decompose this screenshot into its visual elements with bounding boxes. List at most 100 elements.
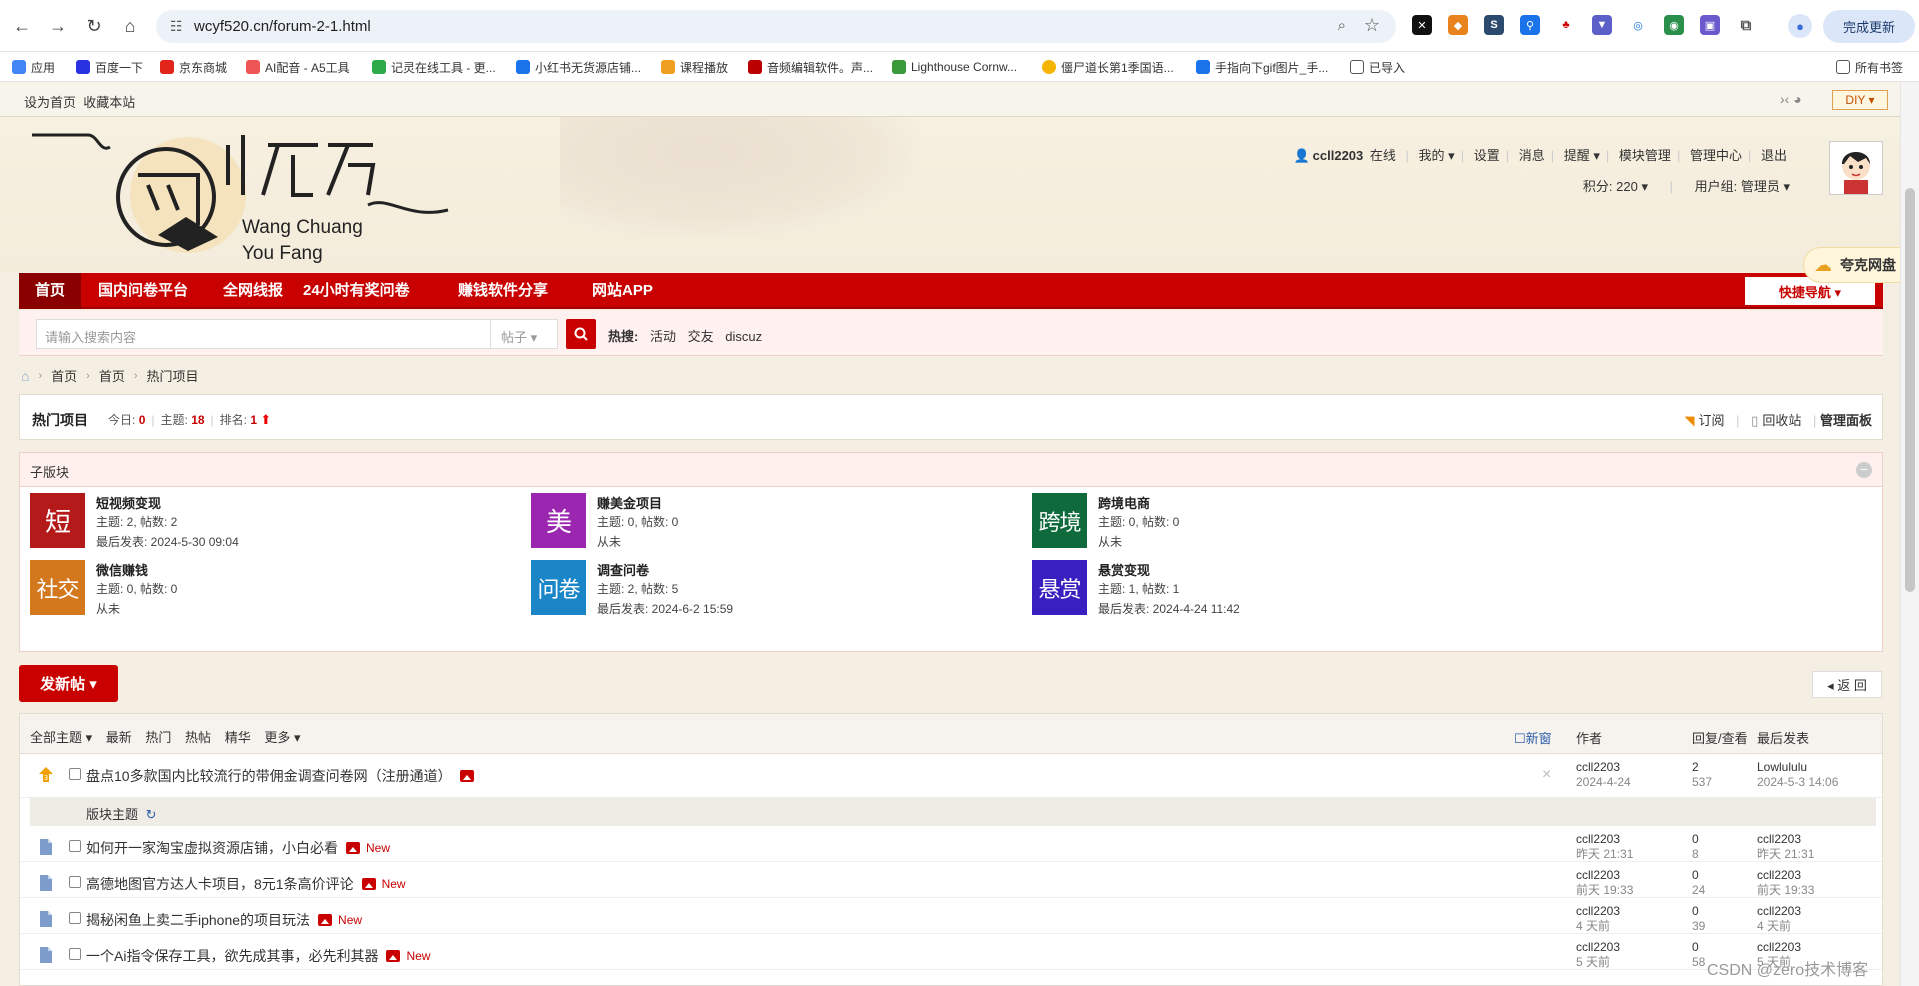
style-switch-icon[interactable]: ›‹ ◕ [1780, 91, 1802, 107]
breadcrumb-item[interactable]: 首页 [99, 366, 125, 385]
last-post-date[interactable]: 2024-5-3 14:06 [1757, 775, 1838, 790]
back-icon[interactable]: ← [8, 12, 36, 40]
filter-latest[interactable]: 最新 [106, 730, 132, 745]
my-menu[interactable]: 我的 ▾ [1419, 148, 1455, 163]
points-menu[interactable]: 积分: 220 ▾ [1583, 179, 1648, 194]
bookmark-ai-voice[interactable]: AI配音 - A5工具 [246, 58, 350, 76]
subforum-item[interactable]: 美赚美金项目 主题: 0, 帖数: 0 从未 [531, 493, 1091, 553]
subforum-last-post[interactable]: 从未 [597, 533, 621, 550]
subforum-name[interactable]: 调查问卷 [597, 560, 649, 579]
last-post-date[interactable]: 4 天前 [1757, 919, 1801, 934]
nav-survey-platforms[interactable]: 国内问卷平台 [82, 273, 204, 309]
thread-author[interactable]: ccll2203 [1576, 760, 1631, 775]
avatar[interactable] [1829, 141, 1883, 195]
thread-checkbox[interactable] [69, 876, 81, 888]
subforum-badge-icon[interactable]: 跨境 [1032, 493, 1087, 548]
thread-checkbox[interactable] [69, 840, 81, 852]
profile-icon[interactable]: ● [1788, 14, 1812, 38]
extension-metamask-icon[interactable]: ◆ [1448, 15, 1468, 35]
subforum-item[interactable]: 社交 微信赚钱 主题: 0, 帖数: 0 从未 [30, 560, 590, 620]
recycle-link[interactable]: 回收站 [1762, 413, 1801, 428]
last-post-date[interactable]: 前天 19:33 [1757, 883, 1814, 898]
diy-button[interactable]: DIY ▾ [1832, 90, 1888, 110]
collapse-icon[interactable]: − [1856, 462, 1872, 478]
thread-title[interactable]: 盘点10多款国内比较流行的带佣金调查问卷网（注册通道） [86, 766, 452, 786]
bookmark-audio[interactable]: 音频编辑软件。声... [748, 58, 873, 76]
last-poster[interactable]: ccll2203 [1757, 940, 1801, 955]
extension-link-icon[interactable]: ⚲ [1520, 15, 1540, 35]
subforum-badge-icon[interactable]: 短 [30, 493, 85, 548]
subforum-badge-icon[interactable]: 悬赏 [1032, 560, 1087, 615]
filter-hot[interactable]: 热门 [145, 730, 171, 745]
subforum-last-post[interactable]: 最后发表: 2024-5-30 09:04 [96, 533, 239, 550]
thread-author[interactable]: ccll2203 [1576, 868, 1633, 883]
settings-link[interactable]: 设置 [1474, 148, 1500, 163]
bookmark-imported[interactable]: 已导入 [1350, 58, 1405, 76]
subforum-name[interactable]: 赚美金项目 [597, 493, 662, 512]
subforum-last-post[interactable]: 从未 [1098, 533, 1122, 550]
search-type-select[interactable]: 帖子 ▾ [491, 319, 558, 349]
subforum-last-post[interactable]: 最后发表: 2024-4-24 11:42 [1098, 600, 1240, 617]
breadcrumb-item[interactable]: 首页 [51, 366, 77, 385]
home-icon[interactable]: ⌂ [21, 368, 29, 384]
thread-row[interactable]: 高德地图官方达人卡项目，8元1条高价评论 New ccll2203 前天 19:33 0… [20, 862, 1882, 898]
subforum-name[interactable]: 跨境电商 [1098, 493, 1150, 512]
bookmark-star-icon[interactable]: ☆ [1364, 15, 1380, 36]
bookmark-baidu[interactable]: 百度一下 [76, 58, 143, 76]
subforum-last-post[interactable]: 最后发表: 2024-6-2 15:59 [597, 600, 733, 617]
bookmark-lighthouse[interactable]: Lighthouse Cornw... [892, 58, 1017, 76]
extension-v-icon[interactable]: ▼ [1592, 15, 1612, 35]
nav-home[interactable]: 首页 [19, 273, 82, 309]
reload-icon[interactable]: ↻ [80, 12, 108, 40]
sticky-thread-row[interactable]: 3 盘点10多款国内比较流行的带佣金调查问卷网（注册通道） × ccll2203… [20, 754, 1882, 798]
subforum-last-post[interactable]: 从未 [96, 600, 120, 617]
subforum-name[interactable]: 悬赏变现 [1098, 560, 1150, 579]
extension-target-icon[interactable]: ◎ [1628, 15, 1648, 35]
admin-center-link[interactable]: 管理中心 [1690, 148, 1742, 163]
last-poster[interactable]: ccll2203 [1757, 904, 1801, 919]
nav-money-apps[interactable]: 赚钱软件分享 [442, 273, 564, 309]
filter-digest[interactable]: 精华 [225, 730, 251, 745]
extension-s-icon[interactable]: S [1484, 15, 1504, 35]
home-icon[interactable]: ⌂ [116, 12, 144, 40]
nav-deals[interactable]: 全网线报 [207, 273, 299, 309]
url-text[interactable]: wcyf520.cn/forum-2-1.html [194, 18, 371, 35]
refresh-icon[interactable]: ↻ [146, 807, 157, 822]
filter-all[interactable]: 全部主题 ▾ [30, 730, 92, 745]
module-manage-link[interactable]: 模块管理 [1619, 148, 1671, 163]
subforum-item[interactable]: 跨境 跨境电商 主题: 0, 帖数: 0 从未 [1032, 493, 1592, 553]
bookmark-jd[interactable]: 京东商城 [160, 58, 227, 76]
thread-author[interactable]: ccll2203 [1576, 832, 1633, 847]
nav-24h-survey[interactable]: 24小时有奖问卷 [287, 273, 426, 309]
breadcrumb-item[interactable]: 热门项目 [147, 366, 199, 385]
thread-author[interactable]: ccll2203 [1576, 904, 1620, 919]
bookmark-course[interactable]: 课程播放 [661, 58, 728, 76]
scrollbar-thumb[interactable] [1905, 188, 1915, 592]
extension-purple-icon[interactable]: ▣ [1700, 15, 1720, 35]
manage-panel-link[interactable]: 管理面板 [1820, 413, 1872, 428]
update-button[interactable]: 完成更新 [1823, 10, 1915, 43]
subforum-badge-icon[interactable]: 社交 [30, 560, 85, 615]
site-info-icon[interactable]: ☷ [170, 18, 183, 35]
thread-row[interactable]: 揭秘闲鱼上卖二手iphone的项目玩法 New ccll2203 4 天前 0 39 ccl… [20, 898, 1882, 934]
address-bar[interactable]: ☷ wcyf520.cn/forum-2-1.html ⌕ ☆ [156, 10, 1396, 43]
search-button[interactable] [566, 319, 596, 349]
new-post-button[interactable]: 发新帖 ▾ [19, 665, 118, 702]
thread-title[interactable]: 高德地图官方达人卡项目，8元1条高价评论 [86, 874, 354, 894]
last-poster[interactable]: Lowlululu [1757, 760, 1838, 775]
subforum-item[interactable]: 悬赏 悬赏变现 主题: 1, 帖数: 1 最后发表: 2024-4-24 11:42 [1032, 560, 1592, 620]
thread-checkbox[interactable] [69, 768, 81, 780]
last-poster[interactable]: ccll2203 [1757, 868, 1814, 883]
extension-x-icon[interactable]: ✕ [1412, 15, 1432, 35]
thread-checkbox[interactable] [69, 912, 81, 924]
messages-link[interactable]: 消息 [1519, 148, 1545, 163]
bookmark-gif[interactable]: 手指向下gif图片_手... [1196, 58, 1328, 76]
zoom-icon[interactable]: ⌕ [1338, 17, 1346, 34]
set-home-link[interactable]: 设为首页 [24, 95, 76, 110]
close-icon[interactable]: × [1542, 766, 1551, 784]
back-button[interactable]: ◂ 返 回 [1812, 671, 1882, 698]
bookmark-zombie[interactable]: 僵尸道长第1季国语... [1042, 58, 1174, 76]
subforum-badge-icon[interactable]: 美 [531, 493, 586, 548]
thread-title[interactable]: 一个Ai指令保存工具，欲先成其事，必先利其器 [86, 946, 378, 966]
thread-author[interactable]: ccll2203 [1576, 940, 1620, 955]
